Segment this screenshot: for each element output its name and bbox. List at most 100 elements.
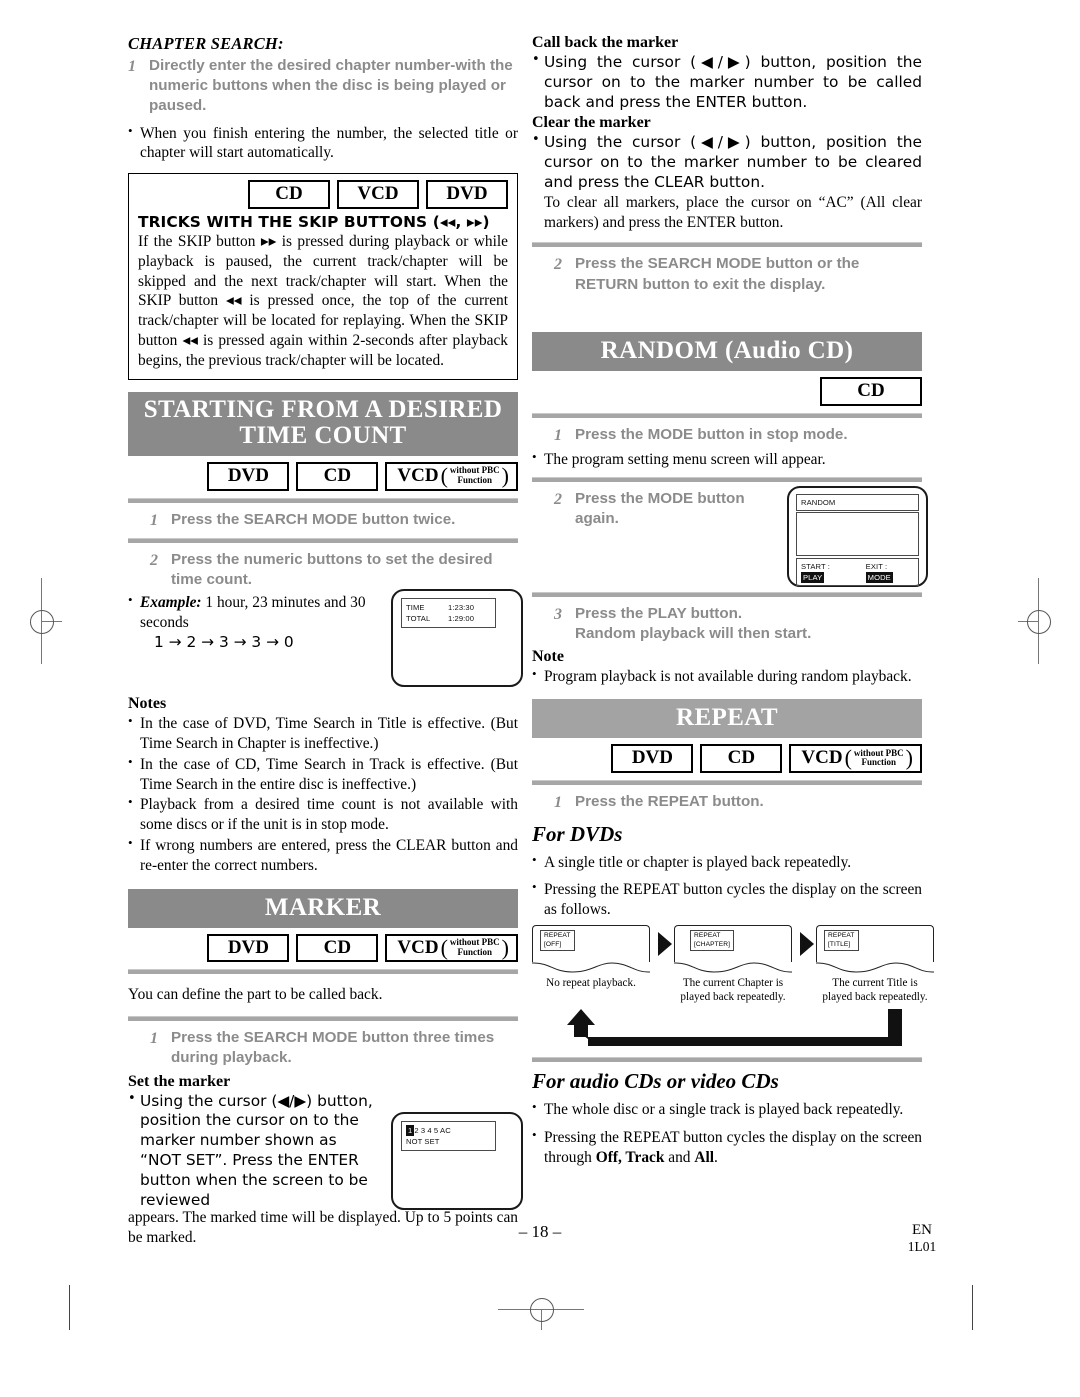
screen-bottom-wave-icon bbox=[532, 962, 650, 973]
callback-marker-body: Using the cursor (◀/▶) button, position … bbox=[532, 52, 922, 112]
cd-bullet-2-bold2: All bbox=[694, 1149, 715, 1167]
dvd-bullet-1: A single title or chapter is played back… bbox=[532, 852, 922, 873]
step-text: Press the numeric buttons to set the des… bbox=[171, 550, 493, 588]
osd-exit-label: EXIT : bbox=[865, 561, 888, 571]
step-number: 2 bbox=[554, 256, 562, 274]
registration-mark-right bbox=[1018, 578, 1058, 664]
screen-bottom-wave-icon bbox=[674, 962, 792, 973]
osd-tag-repeat-title: REPEAT [TITLE] bbox=[824, 930, 859, 951]
random-badge-row: CD bbox=[532, 376, 922, 406]
time-count-banner-line1: STARTING FROM A DESIRED bbox=[143, 395, 503, 423]
disc-badge-dvd: DVD bbox=[611, 743, 694, 773]
osd-random-title-box: RANDOM bbox=[796, 493, 919, 511]
random-step-3: 3 Press the PLAY button. Random playback… bbox=[532, 597, 922, 646]
step-text-line2: Random playback will then start. bbox=[575, 624, 812, 642]
paren-close: ) bbox=[501, 934, 509, 960]
time-count-banner: STARTING FROM A DESIRED TIME COUNT bbox=[128, 391, 518, 456]
disc-badge-vcd: VCD bbox=[337, 180, 419, 210]
marker-step-2: 2 Press the SEARCH MODE button or the RE… bbox=[532, 247, 922, 301]
cd-bullet-2-end: . bbox=[714, 1149, 718, 1167]
osd-start-value: PLAY bbox=[801, 571, 825, 583]
disc-badge-dvd: DVD bbox=[207, 461, 290, 491]
divider bbox=[532, 1057, 922, 1063]
step-text: Press the PLAY button. Random playback w… bbox=[575, 604, 922, 644]
osd-tag-line2: [CHAPTER] bbox=[694, 940, 731, 948]
paren-close: ) bbox=[905, 744, 913, 770]
cycle-loopback-arrow-icon bbox=[567, 1009, 902, 1054]
random-note-heading: Note bbox=[532, 648, 564, 666]
osd-tag-repeat-chapter: REPEAT [CHAPTER] bbox=[690, 930, 735, 951]
cycle-item-off: REPEAT [OFF] No repeat playback. bbox=[532, 925, 650, 990]
osd-tag-line2: [OFF] bbox=[544, 940, 562, 948]
cd-bullet-2: Pressing the REPEAT button cycles the di… bbox=[532, 1127, 922, 1168]
note-item: If wrong numbers are entered, press the … bbox=[128, 835, 518, 876]
osd-marker-box: 12 3 4 5 AC NOT SET bbox=[401, 1120, 496, 1151]
repeat-step-1: 1 Press the REPEAT button. bbox=[532, 785, 922, 815]
cycle-arrow-icon bbox=[658, 932, 672, 957]
disc-badge-vcd-without-pbc: VCD ( without PBC Function ) bbox=[385, 933, 518, 963]
osd-screen-repeat-off: REPEAT [OFF] bbox=[532, 925, 650, 963]
osd-tag-line2: [TITLE] bbox=[828, 940, 851, 948]
section-time-count: STARTING FROM A DESIRED TIME COUNT DVD C… bbox=[128, 391, 523, 876]
set-marker-body-part1: Using the cursor (◀/▶) button, position … bbox=[128, 1091, 378, 1211]
paren-open: ( bbox=[440, 462, 448, 488]
time-count-step-1: 1 Press the SEARCH MODE button twice. bbox=[128, 503, 518, 538]
tricks-skip-buttons-box: CD VCD DVD TRICKS WITH THE SKIP BUTTONS … bbox=[128, 173, 518, 380]
step-text: Press the SEARCH MODE button or the RETU… bbox=[575, 255, 860, 293]
marker-badge-row: DVD CD VCD ( without PBC Function ) bbox=[128, 933, 518, 963]
badge-vcd-label: VCD bbox=[397, 936, 439, 958]
language-code: EN bbox=[912, 1222, 932, 1238]
osd-start-group: START : PLAY bbox=[801, 561, 853, 583]
pbc-sublabel: without PBC Function bbox=[854, 748, 904, 767]
random-banner: RANDOM (Audio CD) bbox=[532, 331, 922, 371]
cd-bullet-1: The whole disc or a single track is play… bbox=[532, 1099, 922, 1120]
disc-badge-vcd-without-pbc: VCD ( without PBC Function ) bbox=[385, 461, 518, 491]
note-item: Playback from a desired time count is no… bbox=[128, 794, 518, 835]
osd-screen-time-search: TIME 1:23:30 TOTAL 1:29:00 bbox=[391, 589, 523, 688]
badge-vcd-label: VCD bbox=[397, 464, 439, 486]
time-count-banner-line2: TIME COUNT bbox=[239, 422, 407, 450]
cycle-arrow-icon bbox=[800, 932, 814, 957]
registration-mark-left bbox=[22, 578, 62, 664]
osd-time-row: TIME 1:23:30 bbox=[406, 602, 490, 613]
osd-tag-line1: REPEAT bbox=[694, 932, 721, 940]
example-sequence: 1 → 2 → 3 → 3 → 0 bbox=[154, 632, 294, 651]
random-note-body: Program playback is not available during… bbox=[532, 666, 922, 687]
document-code: 1L01 bbox=[907, 1238, 937, 1254]
disc-badge-cd: CD bbox=[296, 933, 379, 963]
step-number: 2 bbox=[150, 551, 158, 569]
osd-marker-row: 12 3 4 5 AC bbox=[406, 1124, 490, 1136]
osd-random-title: RANDOM bbox=[801, 497, 836, 507]
step-text: Press the MODE button in stop mode. bbox=[575, 425, 848, 443]
manual-page: CHAPTER SEARCH: 1 Directly enter the des… bbox=[0, 0, 1080, 1397]
marker-step-1: 1 Press the SEARCH MODE button three tim… bbox=[128, 1021, 518, 1070]
osd-tag-line1: REPEAT bbox=[828, 932, 855, 940]
time-count-badge-row: DVD CD VCD ( without PBC Function ) bbox=[128, 461, 518, 491]
disc-badge-cd: CD bbox=[820, 376, 922, 406]
repeat-cycle-diagram: REPEAT [OFF] No repeat playback. REPEAT … bbox=[532, 925, 934, 1054]
notes-heading: Notes bbox=[128, 695, 167, 713]
step-text: Directly enter the desired chapter numbe… bbox=[149, 57, 513, 115]
osd-screen-random: RANDOM START : PLAY EXIT : MODE bbox=[787, 485, 928, 587]
paren-close: ) bbox=[501, 462, 509, 488]
step-number: 3 bbox=[554, 605, 562, 623]
step-number: 1 bbox=[128, 58, 136, 75]
paren-open: ( bbox=[844, 744, 852, 770]
random-bullet-1: The program setting menu screen will app… bbox=[532, 449, 922, 470]
osd-screen-repeat-chapter: REPEAT [CHAPTER] bbox=[674, 925, 792, 963]
dvd-bullet-2: Pressing the REPEAT button cycles the di… bbox=[532, 879, 922, 920]
callback-marker-heading: Call back the marker bbox=[532, 34, 679, 51]
osd-total-label: TOTAL bbox=[406, 614, 431, 624]
badge-vcd-label: VCD bbox=[801, 746, 843, 768]
screen-bottom-wave-icon bbox=[816, 962, 934, 973]
repeat-banner: REPEAT bbox=[532, 698, 922, 738]
set-marker-row: Using the cursor (◀/▶) button, position … bbox=[128, 1091, 523, 1211]
disc-badge-cd: CD bbox=[296, 461, 379, 491]
pbc-sublabel: without PBC Function bbox=[450, 466, 500, 485]
section-random: RANDOM (Audio CD) CD 1 Press the MODE bu… bbox=[532, 331, 928, 687]
disc-badge-vcd-without-pbc: VCD ( without PBC Function ) bbox=[789, 743, 922, 773]
step-number: 1 bbox=[150, 1030, 158, 1048]
step-number: 1 bbox=[554, 426, 562, 444]
cd-bullet-2-bold1: Off, Track bbox=[595, 1149, 665, 1167]
osd-random-footer-box: START : PLAY EXIT : MODE bbox=[796, 557, 919, 586]
